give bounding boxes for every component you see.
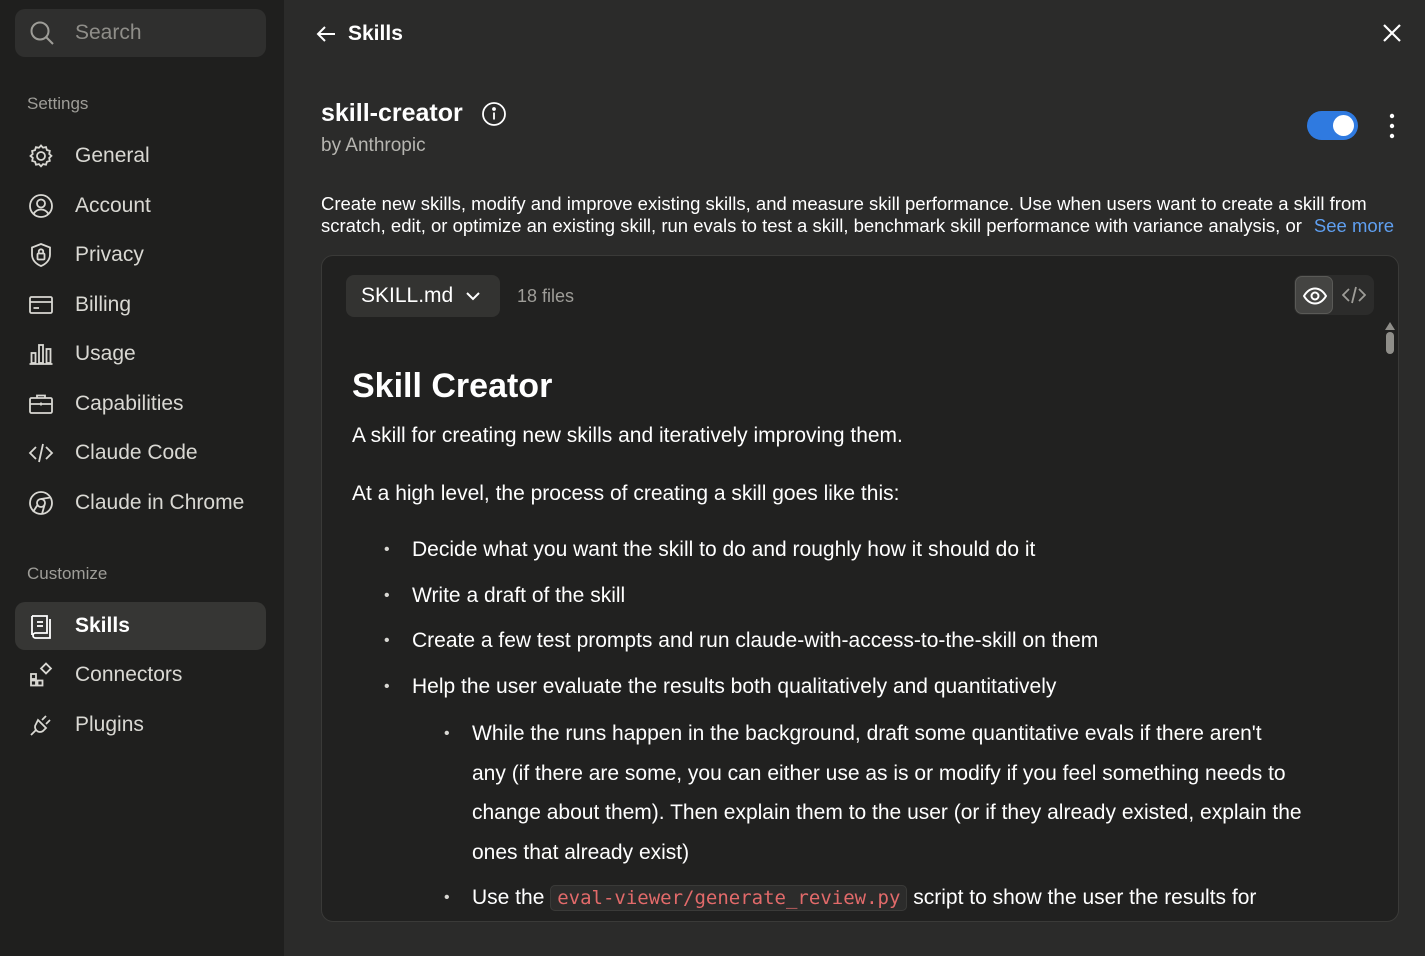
sub-list-item-line: change about them). Then explain them to… bbox=[472, 801, 1302, 824]
arrow-left-icon bbox=[316, 26, 335, 42]
skills-icon bbox=[31, 615, 51, 639]
file-viewer: SKILL.md 18 files Skill Creator A skill … bbox=[321, 255, 1399, 922]
list-item-text: Help the user evaluate the results both … bbox=[412, 675, 1057, 698]
bullet-dot: • bbox=[384, 587, 390, 604]
code-icon bbox=[28, 443, 54, 463]
sidebar-item-label: Claude Code bbox=[75, 441, 198, 464]
sidebar-item-label: Claude in Chrome bbox=[75, 491, 245, 514]
shield-lock-icon bbox=[31, 243, 51, 267]
sub-list-item: • Use the eval-viewer/generate_review.py… bbox=[444, 878, 1362, 919]
description-line-1: Create new skills, modify and improve ex… bbox=[321, 193, 1367, 214]
selected-file-name: SKILL.md bbox=[361, 284, 454, 307]
inline-code: eval-viewer/generate_review.py bbox=[550, 885, 908, 911]
list-item-text: Create a few test prompts and run claude… bbox=[412, 629, 1099, 652]
list-item: • Decide what you want the skill to do a… bbox=[384, 530, 1036, 570]
sidebar-item-label: Billing bbox=[75, 293, 132, 316]
source-mode-button[interactable] bbox=[1335, 276, 1373, 314]
sidebar-item-label: Skills bbox=[75, 614, 130, 637]
info-icon[interactable] bbox=[481, 101, 507, 127]
plug-icon bbox=[30, 715, 51, 736]
list-item: • Help the user evaluate the results bot… bbox=[384, 667, 1057, 707]
sidebar-item-capabilities[interactable]: Capabilities bbox=[15, 380, 266, 428]
more-options-icon[interactable] bbox=[1379, 111, 1405, 141]
list-item-text: Decide what you want the skill to do and… bbox=[412, 538, 1036, 561]
sidebar-item-claude-in-chrome[interactable]: Claude in Chrome bbox=[15, 479, 266, 527]
search-box[interactable] bbox=[15, 9, 266, 57]
customize-section-label: Customize bbox=[27, 564, 108, 583]
sub-list-item-line: While the runs happen in the background,… bbox=[472, 722, 1262, 745]
scroll-up-arrow-icon[interactable] bbox=[1385, 322, 1395, 330]
bar-chart-icon bbox=[29, 344, 53, 365]
view-mode-toggle bbox=[1294, 275, 1374, 315]
sidebar-item-account[interactable]: Account bbox=[15, 182, 266, 230]
markdown-preview: Skill Creator A skill for creating new s… bbox=[352, 364, 1362, 911]
chrome-icon bbox=[29, 491, 53, 515]
list-item: • Write a draft of the skill bbox=[384, 576, 626, 616]
sidebar-item-label: Usage bbox=[75, 342, 136, 365]
file-count: 18 files bbox=[517, 286, 575, 306]
eye-icon bbox=[1303, 287, 1327, 305]
briefcase-icon bbox=[29, 394, 53, 414]
skill-title: skill-creator bbox=[321, 99, 463, 127]
sub-list-item: • While the runs happen in the backgroun… bbox=[444, 714, 1362, 872]
user-circle-icon bbox=[29, 194, 53, 218]
sidebar: Settings General Account Privacy Billing… bbox=[0, 0, 284, 956]
sidebar-item-privacy[interactable]: Privacy bbox=[15, 231, 266, 279]
skill-author: by Anthropic bbox=[321, 135, 426, 156]
code-icon bbox=[1342, 286, 1366, 304]
connectors-icon bbox=[30, 662, 53, 687]
toggle-knob bbox=[1333, 115, 1354, 136]
sidebar-item-label: Connectors bbox=[75, 663, 183, 686]
search-input[interactable] bbox=[75, 17, 255, 49]
sub-list-item-text: script to show the user the results for bbox=[913, 886, 1257, 909]
close-icon[interactable] bbox=[1379, 20, 1405, 46]
main-panel: Skills skill-creator by Anthropic Create… bbox=[284, 0, 1425, 956]
credit-card-icon bbox=[29, 296, 53, 314]
sidebar-item-label: Account bbox=[75, 194, 151, 217]
file-selector-dropdown[interactable]: SKILL.md bbox=[346, 275, 500, 317]
bullet-dot: • bbox=[384, 678, 390, 695]
skill-description: Create new skills, modify and improve ex… bbox=[321, 193, 1401, 237]
doc-process-intro: At a high level, the process of creating… bbox=[352, 482, 900, 505]
bullet-dot: • bbox=[444, 889, 450, 906]
list-item: • Create a few test prompts and run clau… bbox=[384, 621, 1099, 661]
sidebar-item-plugins[interactable]: Plugins bbox=[15, 701, 266, 749]
sidebar-item-label: Plugins bbox=[75, 713, 144, 736]
bullet-dot: • bbox=[384, 632, 390, 649]
sub-list-item-text: Use the bbox=[472, 886, 545, 909]
sidebar-item-label: Privacy bbox=[75, 243, 144, 266]
sub-list-item-line: ones that already exist) bbox=[472, 840, 690, 864]
doc-title: Skill Creator bbox=[352, 367, 553, 405]
sub-list-item-line: any (if there are some, you can either u… bbox=[472, 761, 1286, 785]
back-label: Skills bbox=[348, 22, 403, 45]
gear-icon bbox=[29, 144, 53, 168]
sidebar-item-usage[interactable]: Usage bbox=[15, 330, 266, 378]
list-item-text: Write a draft of the skill bbox=[412, 584, 626, 607]
settings-section-label: Settings bbox=[27, 94, 89, 113]
sidebar-item-connectors[interactable]: Connectors bbox=[15, 651, 266, 699]
skill-enabled-toggle[interactable] bbox=[1307, 111, 1358, 140]
description-line-2: scratch, edit, or optimize an existing s… bbox=[321, 215, 1302, 236]
doc-intro: A skill for creating new skills and iter… bbox=[352, 424, 903, 447]
sidebar-item-claude-code[interactable]: Claude Code bbox=[15, 429, 266, 477]
see-more-link[interactable]: See more bbox=[1314, 215, 1394, 237]
sidebar-item-billing[interactable]: Billing bbox=[15, 281, 266, 329]
bullet-dot: • bbox=[444, 725, 450, 742]
sidebar-item-general[interactable]: General bbox=[15, 132, 266, 180]
sidebar-item-label: General bbox=[75, 144, 150, 167]
sidebar-item-label: Capabilities bbox=[75, 392, 184, 415]
sidebar-item-skills[interactable]: Skills bbox=[15, 602, 266, 650]
preview-mode-button[interactable] bbox=[1295, 276, 1333, 314]
scrollbar-thumb[interactable] bbox=[1386, 332, 1394, 354]
search-icon bbox=[30, 21, 54, 45]
back-to-skills-button[interactable]: Skills bbox=[314, 18, 403, 50]
bullet-dot: • bbox=[384, 541, 390, 558]
chevron-down-icon bbox=[466, 292, 480, 301]
